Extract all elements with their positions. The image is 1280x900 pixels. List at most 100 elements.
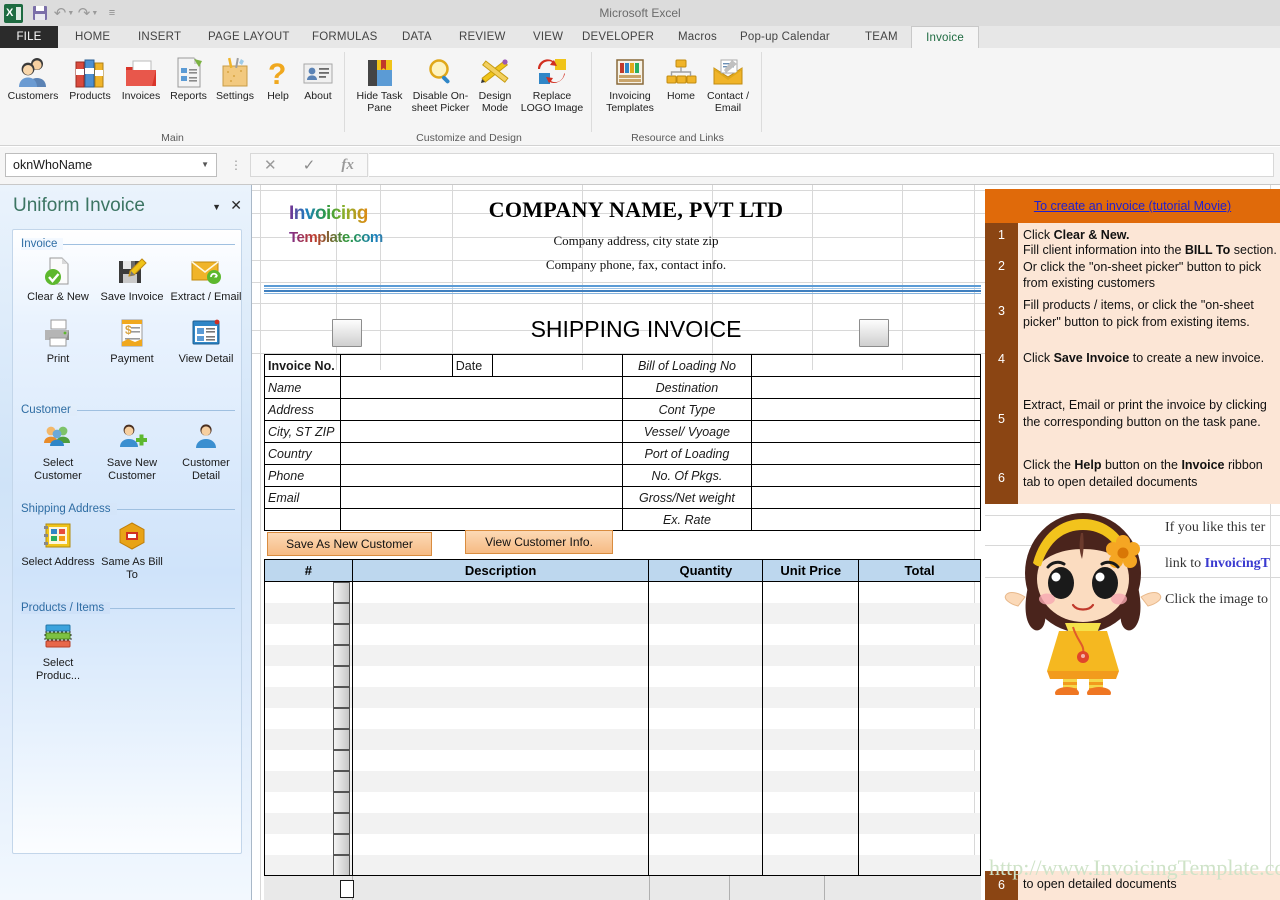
row-picker-footer[interactable] xyxy=(340,880,354,898)
field-value-invoice-no[interactable] xyxy=(339,354,453,377)
mascot-girl-image[interactable] xyxy=(1003,505,1163,703)
ribbon-button-customers[interactable]: Customers xyxy=(4,54,62,103)
table-row[interactable] xyxy=(264,581,981,603)
worksheet[interactable]: Invoicing Template.com COMPANY NAME, PVT… xyxy=(252,185,1280,900)
ribbon-button-invoices[interactable]: Invoices xyxy=(117,54,165,103)
table-row[interactable] xyxy=(264,707,981,729)
save-icon[interactable] xyxy=(29,3,51,23)
table-row[interactable] xyxy=(264,854,981,876)
insert-function-icon[interactable]: fx xyxy=(328,154,367,176)
task-pane-button-save-new-customer[interactable]: Save New Customer xyxy=(95,420,169,482)
ribbon-button-design-mode[interactable]: Design Mode xyxy=(474,54,516,114)
field-value-ex-rate[interactable] xyxy=(751,508,981,531)
field-value-address[interactable] xyxy=(339,398,623,421)
ribbon-button-reports[interactable]: Reports xyxy=(165,54,212,103)
row-picker[interactable] xyxy=(333,624,350,645)
ribbon-button-help[interactable]: ? Help xyxy=(262,54,294,103)
field-value-cont-type[interactable] xyxy=(751,398,981,421)
field-value-no-of-pkgs[interactable] xyxy=(751,464,981,487)
view-customer-info-button[interactable]: View Customer Info. xyxy=(465,530,613,554)
tab-macros[interactable]: Macros xyxy=(668,26,727,48)
row-picker[interactable] xyxy=(333,582,350,603)
formula-input[interactable] xyxy=(369,153,1274,177)
name-box[interactable]: oknWhoName ▼ xyxy=(5,153,217,177)
confirm-icon[interactable]: ✓ xyxy=(290,154,329,176)
tab-formulas[interactable]: FORMULAS xyxy=(302,26,388,48)
tab-file[interactable]: FILE xyxy=(0,26,58,48)
field-value-port-of-loading[interactable] xyxy=(751,442,981,465)
table-row[interactable] xyxy=(264,728,981,750)
field-value-date[interactable] xyxy=(491,354,623,377)
task-pane-button-select-products[interactable]: Select Produc... xyxy=(21,620,95,682)
row-picker[interactable] xyxy=(333,792,350,813)
table-row[interactable] xyxy=(264,644,981,666)
ribbon-button-hide-task-pane[interactable]: Hide Task Pane xyxy=(352,54,407,114)
field-value-vessel-voyage[interactable] xyxy=(751,420,981,443)
row-picker[interactable] xyxy=(333,750,350,771)
field-value-city-st-zip[interactable] xyxy=(339,420,623,443)
task-pane-button-customer-detail[interactable]: Customer Detail xyxy=(169,420,243,482)
tab-data[interactable]: DATA xyxy=(392,26,442,48)
save-as-new-customer-button[interactable]: Save As New Customer xyxy=(267,532,432,556)
tab-invoice[interactable]: Invoice xyxy=(911,26,979,48)
field-value-bill-of-loading-no[interactable] xyxy=(751,354,981,377)
customize-qat-icon[interactable]: ≡ xyxy=(101,3,123,23)
undo-icon[interactable]: ↶ ▼ xyxy=(53,3,75,23)
row-picker[interactable] xyxy=(333,729,350,750)
field-value-name[interactable] xyxy=(339,376,623,399)
task-pane-button-select-address[interactable]: Select Address xyxy=(21,519,95,569)
ribbon-button-contact-email[interactable]: Contact / Email xyxy=(699,54,757,114)
task-pane-button-select-customer[interactable]: Select Customer xyxy=(21,420,95,482)
chevron-down-icon[interactable]: ▼ xyxy=(212,202,221,212)
row-picker[interactable] xyxy=(333,603,350,624)
task-pane-button-view-detail[interactable]: View Detail xyxy=(169,316,243,366)
row-picker[interactable] xyxy=(333,855,350,876)
tab-insert[interactable]: INSERT xyxy=(128,26,191,48)
table-row[interactable] xyxy=(264,749,981,771)
field-value-gross-net-weight[interactable] xyxy=(751,486,981,509)
tab-popup-calendar[interactable]: Pop-up Calendar xyxy=(730,26,840,48)
formula-bar-grip[interactable]: ⋮ xyxy=(230,159,242,171)
field-value-blank[interactable] xyxy=(339,508,623,531)
ribbon-button-settings[interactable]: Settings xyxy=(211,54,259,103)
table-row[interactable] xyxy=(264,602,981,624)
chevron-down-icon[interactable]: ▼ xyxy=(201,154,209,176)
task-pane-button-extract-email[interactable]: Extract / Email xyxy=(169,254,243,304)
tab-developer[interactable]: DEVELOPER xyxy=(572,26,664,48)
ribbon-button-products[interactable]: Products xyxy=(63,54,117,103)
row-picker[interactable] xyxy=(333,834,350,855)
task-pane-button-clear-new[interactable]: Clear & New xyxy=(21,254,95,304)
row-picker[interactable] xyxy=(333,708,350,729)
task-pane-button-payment[interactable]: $ Payment xyxy=(95,316,169,366)
table-row[interactable] xyxy=(264,791,981,813)
ribbon-button-replace-logo-image[interactable]: Replace LOGO Image xyxy=(518,54,586,114)
row-picker[interactable] xyxy=(333,687,350,708)
table-row[interactable] xyxy=(264,665,981,687)
task-pane-button-save-invoice[interactable]: Save Invoice xyxy=(95,254,169,304)
on-sheet-picker-left[interactable] xyxy=(332,319,362,347)
tutorial-movie-link[interactable]: To create an invoice (tutorial Movie) xyxy=(1034,199,1231,213)
close-icon[interactable]: ✕ xyxy=(230,197,242,214)
table-row[interactable] xyxy=(264,770,981,792)
task-pane-button-same-as-bill-to[interactable]: Same As Bill To xyxy=(95,519,169,581)
redo-icon[interactable]: ↷ ▼ xyxy=(77,3,99,23)
ribbon-button-disable-on-sheet-picker[interactable]: Disable On-sheet Picker xyxy=(409,54,472,114)
tab-review[interactable]: REVIEW xyxy=(449,26,516,48)
row-picker[interactable] xyxy=(333,666,350,687)
field-value-country[interactable] xyxy=(339,442,623,465)
on-sheet-picker-right[interactable] xyxy=(859,319,889,347)
tab-home[interactable]: HOME xyxy=(65,26,120,48)
ribbon-button-home[interactable]: Home xyxy=(663,54,699,103)
tab-view[interactable]: VIEW xyxy=(523,26,573,48)
table-row[interactable] xyxy=(264,623,981,645)
field-value-phone[interactable] xyxy=(339,464,623,487)
field-value-destination[interactable] xyxy=(751,376,981,399)
table-row[interactable] xyxy=(264,812,981,834)
tab-page-layout[interactable]: PAGE LAYOUT xyxy=(198,26,300,48)
table-row[interactable] xyxy=(264,833,981,855)
tab-team[interactable]: TEAM xyxy=(855,26,908,48)
row-picker[interactable] xyxy=(333,645,350,666)
cancel-icon[interactable]: ✕ xyxy=(251,154,290,176)
task-pane-button-print[interactable]: Print xyxy=(21,316,95,366)
table-row[interactable] xyxy=(264,686,981,708)
